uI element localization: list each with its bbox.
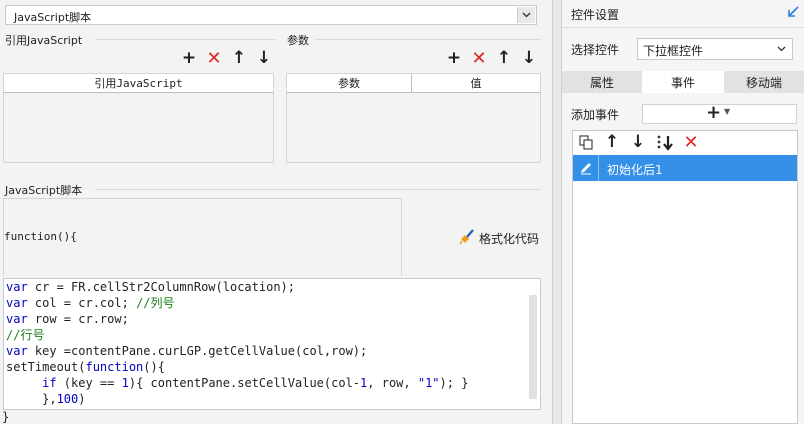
code-line-5: var key =contentPane.curLGP.getCellValue… bbox=[6, 344, 368, 358]
code-line-2: var col = cr.col; //列号 bbox=[6, 296, 175, 310]
params-table[interactable]: 参数 值 bbox=[286, 73, 541, 163]
plus-icon: + bbox=[446, 48, 462, 68]
code-line-1: var cr = FR.cellStr2ColumnRow(location); bbox=[6, 280, 295, 294]
event-move-down-button[interactable]: ↓ bbox=[630, 132, 646, 152]
event-item-label: 初始化后1 bbox=[607, 163, 663, 177]
code-line-6: setTimeout(function(){ bbox=[6, 360, 165, 374]
function-header: function(){ bbox=[4, 230, 77, 243]
delete-icon: ✕ bbox=[206, 47, 222, 69]
params-table-header: 参数 值 bbox=[287, 74, 540, 93]
broom-icon bbox=[459, 229, 475, 248]
function-header-area: function(){ bbox=[3, 198, 402, 276]
tab-events[interactable]: 事件 bbox=[642, 71, 724, 93]
select-widget-label: 选择控件 bbox=[571, 43, 620, 57]
closing-brace: } bbox=[2, 410, 10, 424]
code-editor[interactable]: var cr = FR.cellStr2ColumnRow(location);… bbox=[3, 278, 541, 410]
event-move-bottom-button[interactable] bbox=[656, 134, 674, 155]
ref-js-table[interactable]: 引用JavaScript bbox=[3, 73, 274, 163]
move-up-ref-js-button[interactable]: ↑ bbox=[231, 48, 247, 68]
code-line-3: var row = cr.row; bbox=[6, 312, 129, 326]
pencil-icon[interactable] bbox=[573, 155, 599, 181]
add-event-dropdown[interactable]: + ▼ bbox=[642, 102, 797, 124]
arrow-down-icon: ↓ bbox=[256, 48, 272, 68]
format-code-label: 格式化代码 bbox=[479, 232, 540, 246]
code-line-4: //行号 bbox=[6, 328, 45, 342]
code-scrollbar[interactable] bbox=[529, 295, 537, 399]
code-line-8: },100) bbox=[6, 392, 86, 406]
param-column-header[interactable]: 参数 bbox=[287, 74, 412, 92]
arrow-up-icon: ↑ bbox=[496, 48, 512, 68]
ref-js-divider bbox=[95, 39, 275, 40]
add-ref-js-button[interactable]: + bbox=[181, 48, 197, 68]
delete-param-button[interactable]: ✕ bbox=[471, 47, 487, 69]
plus-icon: + bbox=[181, 48, 197, 68]
add-param-button[interactable]: + bbox=[446, 48, 462, 68]
script-type-select[interactable]: JavaScript脚本 bbox=[5, 5, 537, 25]
collapse-icon[interactable] bbox=[786, 5, 800, 22]
widget-select[interactable]: 下拉框控件 bbox=[637, 38, 793, 60]
right-panel-title: 控件设置 bbox=[571, 8, 620, 22]
script-divider bbox=[95, 189, 541, 190]
code-line-7: if (key == 1){ contentPane.setCellValue(… bbox=[42, 376, 469, 390]
move-up-param-button[interactable]: ↑ bbox=[496, 48, 512, 68]
plus-icon: + bbox=[706, 102, 722, 123]
delete-icon: ✕ bbox=[471, 47, 487, 69]
arrow-down-icon: ↓ bbox=[630, 132, 646, 152]
arrow-down-icon: ↓ bbox=[521, 48, 537, 68]
caret-down-icon: ▼ bbox=[724, 107, 731, 116]
right-title-divider bbox=[562, 27, 804, 28]
event-move-up-button[interactable]: ↑ bbox=[604, 132, 620, 152]
panel-splitter[interactable] bbox=[552, 0, 562, 424]
ref-js-column-header[interactable]: 引用JavaScript bbox=[4, 74, 273, 92]
value-column-header[interactable]: 值 bbox=[412, 74, 540, 92]
delete-ref-js-button[interactable]: ✕ bbox=[206, 47, 222, 69]
arrow-up-icon: ↑ bbox=[231, 48, 247, 68]
format-code-button[interactable]: 格式化代码 bbox=[459, 229, 539, 248]
chevron-down-icon[interactable] bbox=[517, 7, 535, 23]
ref-js-section-label: 引用JavaScript bbox=[5, 34, 83, 47]
copy-icon bbox=[579, 135, 593, 150]
event-delete-button[interactable]: ✕ bbox=[683, 131, 699, 153]
delete-icon: ✕ bbox=[683, 131, 699, 153]
add-event-label: 添加事件 bbox=[571, 108, 620, 122]
chevron-down-icon[interactable] bbox=[773, 41, 790, 57]
copy-event-button[interactable] bbox=[578, 134, 594, 153]
move-down-param-button[interactable]: ↓ bbox=[521, 48, 537, 68]
move-down-ref-js-button[interactable]: ↓ bbox=[256, 48, 272, 68]
tab-properties[interactable]: 属性 bbox=[562, 71, 642, 93]
event-list-item[interactable]: 初始化后1 bbox=[573, 155, 797, 181]
ref-js-table-header: 引用JavaScript bbox=[4, 74, 273, 93]
widget-select-value: 下拉框控件 bbox=[643, 44, 704, 58]
params-section-label: 参数 bbox=[287, 34, 309, 47]
script-section-label: JavaScript脚本 bbox=[5, 184, 83, 197]
script-type-value: JavaScript脚本 bbox=[14, 11, 92, 24]
arrow-up-icon: ↑ bbox=[604, 132, 620, 152]
move-bottom-icon bbox=[657, 135, 673, 151]
tab-mobile[interactable]: 移动端 bbox=[724, 71, 804, 93]
params-divider bbox=[315, 39, 541, 40]
